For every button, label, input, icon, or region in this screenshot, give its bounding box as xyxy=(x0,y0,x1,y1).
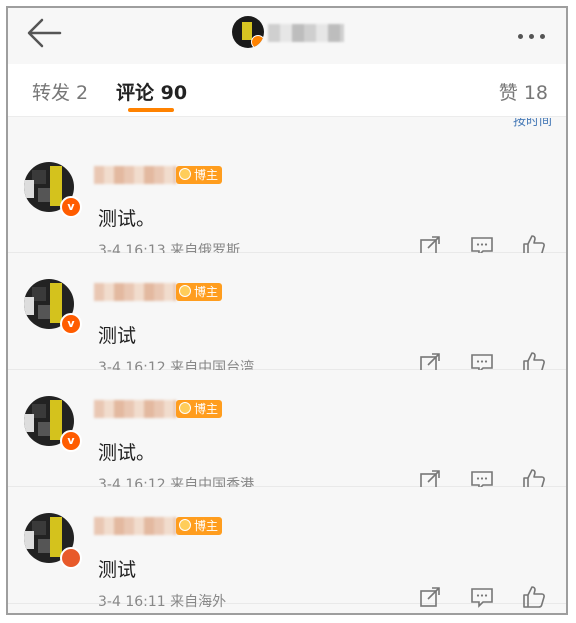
tab-bar: 转发 2 评论 90 赞 18 xyxy=(8,64,566,117)
more-icon xyxy=(518,34,523,39)
reply-button[interactable] xyxy=(470,585,494,609)
app-frame: 转发 2 评论 90 赞 18 按时间 v 博主 测试。 3-4 16:13 来… xyxy=(6,6,568,615)
more-button[interactable] xyxy=(518,24,552,39)
active-tab-indicator xyxy=(128,108,174,112)
verified-icon: v xyxy=(60,430,82,452)
comment-list: v 博主 测试。 3-4 16:13 来自俄罗斯 v 博主 测试 3-4 16:… xyxy=(8,136,566,610)
author-avatar[interactable] xyxy=(232,16,264,48)
share-icon xyxy=(420,587,440,607)
back-arrow-icon xyxy=(27,18,62,48)
verified-icon: v xyxy=(60,196,82,218)
tab-likes[interactable]: 赞 18 xyxy=(499,78,548,105)
tab-forward[interactable]: 转发 2 xyxy=(32,78,88,105)
username-redacted[interactable] xyxy=(94,283,176,301)
comment-meta: 3-4 16:11 来自海外 xyxy=(98,594,227,610)
top-bar xyxy=(8,8,566,60)
sort-toggle[interactable]: 按时间 xyxy=(513,118,552,130)
like-button[interactable] xyxy=(522,585,546,609)
author-badge: 博主 xyxy=(176,166,223,184)
tab-comments[interactable]: 评论 90 xyxy=(116,78,187,105)
author-badge: 博主 xyxy=(176,400,223,418)
comment-item[interactable]: v 博主 测试。 3-4 16:12 来自中国香港 xyxy=(8,370,566,493)
author-name-redacted xyxy=(268,24,344,42)
back-button[interactable] xyxy=(24,16,64,50)
comment-text: 测试 xyxy=(98,325,137,347)
username-redacted[interactable] xyxy=(94,166,176,184)
verified-icon xyxy=(251,35,264,48)
comment-item[interactable]: 博主 测试 3-4 16:11 来自海外 xyxy=(8,487,566,610)
username-redacted[interactable] xyxy=(94,517,176,535)
verified-icon xyxy=(60,547,82,569)
like-icon xyxy=(523,586,545,608)
comment-actions xyxy=(418,585,554,609)
share-button[interactable] xyxy=(418,585,442,609)
username-redacted[interactable] xyxy=(94,400,176,418)
comment-item[interactable]: v 博主 测试 3-4 16:12 来自中国台湾 xyxy=(8,253,566,376)
comment-text: 测试。 xyxy=(98,208,156,230)
author-badge: 博主 xyxy=(176,283,223,301)
verified-icon: v xyxy=(60,313,82,335)
comment-text: 测试 xyxy=(98,559,137,581)
comment-text: 测试。 xyxy=(98,442,156,464)
comment-icon xyxy=(471,588,493,608)
comment-item[interactable]: v 博主 测试。 3-4 16:13 来自俄罗斯 xyxy=(8,136,566,259)
author-badge: 博主 xyxy=(176,517,223,535)
